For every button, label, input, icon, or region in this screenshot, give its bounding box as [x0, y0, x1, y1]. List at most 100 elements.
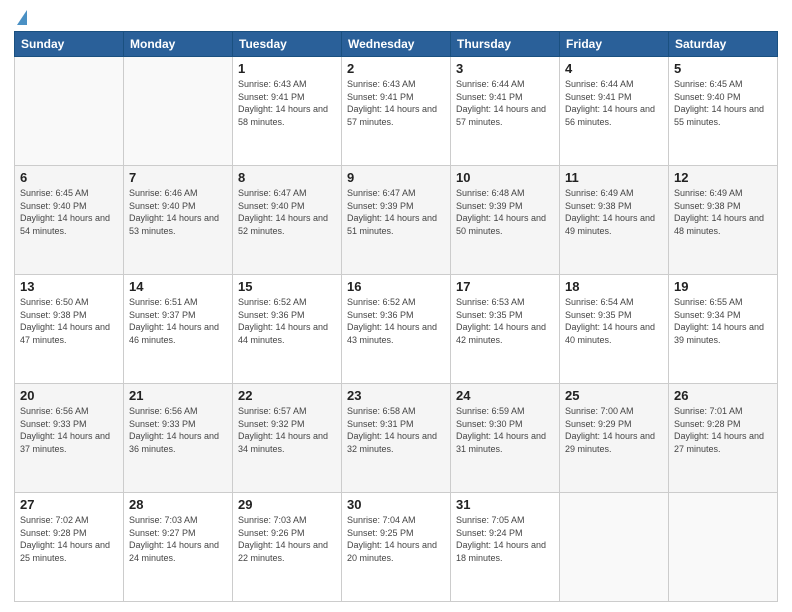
calendar-cell: 12 Sunrise: 6:49 AM Sunset: 9:38 PM Dayli…	[669, 166, 778, 275]
day-info: Sunrise: 6:47 AM Sunset: 9:40 PM Dayligh…	[238, 187, 336, 237]
day-info: Sunrise: 6:56 AM Sunset: 9:33 PM Dayligh…	[20, 405, 118, 455]
day-info: Sunrise: 6:43 AM Sunset: 9:41 PM Dayligh…	[238, 78, 336, 128]
day-number: 22	[238, 388, 336, 403]
day-info: Sunrise: 6:43 AM Sunset: 9:41 PM Dayligh…	[347, 78, 445, 128]
calendar-cell	[124, 57, 233, 166]
day-info: Sunrise: 6:59 AM Sunset: 9:30 PM Dayligh…	[456, 405, 554, 455]
day-info: Sunrise: 6:52 AM Sunset: 9:36 PM Dayligh…	[347, 296, 445, 346]
day-number: 10	[456, 170, 554, 185]
day-number: 30	[347, 497, 445, 512]
calendar-cell: 28 Sunrise: 7:03 AM Sunset: 9:27 PM Dayli…	[124, 493, 233, 602]
day-info: Sunrise: 6:44 AM Sunset: 9:41 PM Dayligh…	[456, 78, 554, 128]
day-info: Sunrise: 7:03 AM Sunset: 9:26 PM Dayligh…	[238, 514, 336, 564]
day-number: 26	[674, 388, 772, 403]
calendar-cell: 23Sunrise: 6:58 AM Sunset: 9:31 PM Dayli…	[342, 384, 451, 493]
calendar-header-wednesday: Wednesday	[342, 32, 451, 57]
day-info: Sunrise: 6:57 AM Sunset: 9:32 PM Dayligh…	[238, 405, 336, 455]
day-info: Sunrise: 6:49 AM Sunset: 9:38 PM Dayligh…	[674, 187, 772, 237]
day-info: Sunrise: 7:01 AM Sunset: 9:28 PM Dayligh…	[674, 405, 772, 455]
calendar-header-thursday: Thursday	[451, 32, 560, 57]
day-number: 31	[456, 497, 554, 512]
day-number: 5	[674, 61, 772, 76]
calendar-week-row: 1 Sunrise: 6:43 AM Sunset: 9:41 PM Daylig…	[15, 57, 778, 166]
calendar-cell: 18 Sunrise: 6:54 AM Sunset: 9:35 PM Dayli…	[560, 275, 669, 384]
calendar-cell: 17Sunrise: 6:53 AM Sunset: 9:35 PM Dayli…	[451, 275, 560, 384]
calendar-cell: 2 Sunrise: 6:43 AM Sunset: 9:41 PM Daylig…	[342, 57, 451, 166]
day-number: 19	[674, 279, 772, 294]
day-number: 15	[238, 279, 336, 294]
page: SundayMondayTuesdayWednesdayThursdayFrid…	[0, 0, 792, 612]
day-info: Sunrise: 6:49 AM Sunset: 9:38 PM Dayligh…	[565, 187, 663, 237]
day-number: 23	[347, 388, 445, 403]
calendar-week-row: 27 Sunrise: 7:02 AM Sunset: 9:28 PM Dayli…	[15, 493, 778, 602]
day-info: Sunrise: 7:00 AM Sunset: 9:29 PM Dayligh…	[565, 405, 663, 455]
day-info: Sunrise: 6:44 AM Sunset: 9:41 PM Dayligh…	[565, 78, 663, 128]
calendar-cell: 13 Sunrise: 6:50 AM Sunset: 9:38 PM Dayli…	[15, 275, 124, 384]
day-info: Sunrise: 6:52 AM Sunset: 9:36 PM Dayligh…	[238, 296, 336, 346]
calendar-cell: 24 Sunrise: 6:59 AM Sunset: 9:30 PM Dayli…	[451, 384, 560, 493]
day-info: Sunrise: 6:55 AM Sunset: 9:34 PM Dayligh…	[674, 296, 772, 346]
day-number: 3	[456, 61, 554, 76]
calendar-header-row: SundayMondayTuesdayWednesdayThursdayFrid…	[15, 32, 778, 57]
calendar-cell: 25 Sunrise: 7:00 AM Sunset: 9:29 PM Dayli…	[560, 384, 669, 493]
day-number: 21	[129, 388, 227, 403]
calendar-cell: 22 Sunrise: 6:57 AM Sunset: 9:32 PM Dayli…	[233, 384, 342, 493]
calendar-cell: 27 Sunrise: 7:02 AM Sunset: 9:28 PM Dayli…	[15, 493, 124, 602]
calendar-cell: 1 Sunrise: 6:43 AM Sunset: 9:41 PM Daylig…	[233, 57, 342, 166]
calendar-cell: 7 Sunrise: 6:46 AM Sunset: 9:40 PM Daylig…	[124, 166, 233, 275]
day-number: 27	[20, 497, 118, 512]
calendar-cell: 15 Sunrise: 6:52 AM Sunset: 9:36 PM Dayli…	[233, 275, 342, 384]
day-number: 4	[565, 61, 663, 76]
calendar-cell: 29 Sunrise: 7:03 AM Sunset: 9:26 PM Dayli…	[233, 493, 342, 602]
day-number: 18	[565, 279, 663, 294]
calendar-cell: 26 Sunrise: 7:01 AM Sunset: 9:28 PM Dayli…	[669, 384, 778, 493]
day-info: Sunrise: 7:03 AM Sunset: 9:27 PM Dayligh…	[129, 514, 227, 564]
calendar-cell	[560, 493, 669, 602]
day-number: 1	[238, 61, 336, 76]
calendar-header-sunday: Sunday	[15, 32, 124, 57]
calendar-cell: 16 Sunrise: 6:52 AM Sunset: 9:36 PM Dayli…	[342, 275, 451, 384]
calendar-table: SundayMondayTuesdayWednesdayThursdayFrid…	[14, 31, 778, 602]
day-number: 28	[129, 497, 227, 512]
calendar-cell: 5 Sunrise: 6:45 AM Sunset: 9:40 PM Daylig…	[669, 57, 778, 166]
day-info: Sunrise: 6:53 AM Sunset: 9:35 PM Dayligh…	[456, 296, 554, 346]
header	[14, 10, 778, 25]
day-number: 8	[238, 170, 336, 185]
calendar-cell: 30 Sunrise: 7:04 AM Sunset: 9:25 PM Dayli…	[342, 493, 451, 602]
calendar-week-row: 20Sunrise: 6:56 AM Sunset: 9:33 PM Dayli…	[15, 384, 778, 493]
calendar-cell	[669, 493, 778, 602]
day-number: 25	[565, 388, 663, 403]
day-info: Sunrise: 6:45 AM Sunset: 9:40 PM Dayligh…	[674, 78, 772, 128]
calendar-cell: 6Sunrise: 6:45 AM Sunset: 9:40 PM Daylig…	[15, 166, 124, 275]
calendar-cell: 4 Sunrise: 6:44 AM Sunset: 9:41 PM Daylig…	[560, 57, 669, 166]
calendar-week-row: 6Sunrise: 6:45 AM Sunset: 9:40 PM Daylig…	[15, 166, 778, 275]
day-number: 16	[347, 279, 445, 294]
calendar-header-friday: Friday	[560, 32, 669, 57]
day-info: Sunrise: 7:04 AM Sunset: 9:25 PM Dayligh…	[347, 514, 445, 564]
calendar-cell: 3 Sunrise: 6:44 AM Sunset: 9:41 PM Daylig…	[451, 57, 560, 166]
day-info: Sunrise: 6:56 AM Sunset: 9:33 PM Dayligh…	[129, 405, 227, 455]
day-number: 2	[347, 61, 445, 76]
day-info: Sunrise: 6:51 AM Sunset: 9:37 PM Dayligh…	[129, 296, 227, 346]
day-info: Sunrise: 7:02 AM Sunset: 9:28 PM Dayligh…	[20, 514, 118, 564]
day-number: 14	[129, 279, 227, 294]
day-info: Sunrise: 6:46 AM Sunset: 9:40 PM Dayligh…	[129, 187, 227, 237]
day-number: 7	[129, 170, 227, 185]
day-info: Sunrise: 6:54 AM Sunset: 9:35 PM Dayligh…	[565, 296, 663, 346]
calendar-cell: 21 Sunrise: 6:56 AM Sunset: 9:33 PM Dayli…	[124, 384, 233, 493]
calendar-header-monday: Monday	[124, 32, 233, 57]
calendar-cell: 20Sunrise: 6:56 AM Sunset: 9:33 PM Dayli…	[15, 384, 124, 493]
day-number: 29	[238, 497, 336, 512]
calendar-cell: 31 Sunrise: 7:05 AM Sunset: 9:24 PM Dayli…	[451, 493, 560, 602]
logo-triangle-icon	[17, 10, 27, 25]
calendar-header-tuesday: Tuesday	[233, 32, 342, 57]
day-number: 6	[20, 170, 118, 185]
day-number: 13	[20, 279, 118, 294]
logo	[14, 10, 27, 25]
day-number: 24	[456, 388, 554, 403]
logo-line1	[14, 10, 27, 25]
day-number: 12	[674, 170, 772, 185]
calendar-cell: 9Sunrise: 6:47 AM Sunset: 9:39 PM Daylig…	[342, 166, 451, 275]
day-info: Sunrise: 7:05 AM Sunset: 9:24 PM Dayligh…	[456, 514, 554, 564]
day-info: Sunrise: 6:50 AM Sunset: 9:38 PM Dayligh…	[20, 296, 118, 346]
